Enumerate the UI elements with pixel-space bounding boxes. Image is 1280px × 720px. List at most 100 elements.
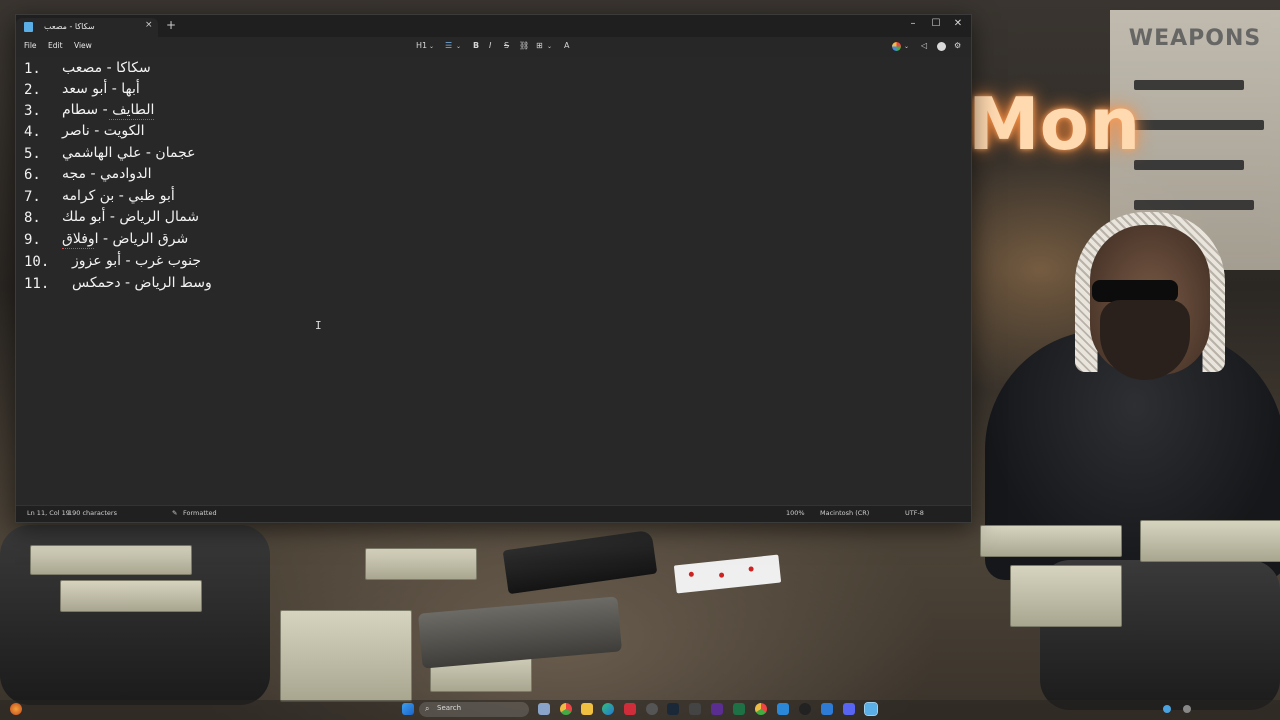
menu-view[interactable]: View — [74, 41, 92, 50]
notepad-window: سكاكا - مصعب × + – ☐ ✕ File Edit View H1… — [15, 14, 972, 523]
close-tab-icon[interactable]: × — [145, 20, 153, 30]
app-icon[interactable] — [799, 703, 811, 715]
tray-icon[interactable] — [1163, 705, 1171, 713]
cursor-position: Ln 11, Col 19 — [27, 509, 70, 517]
list-text: أبها - أبو سعد — [62, 81, 140, 97]
list-text: الدوادمي - مجه — [62, 166, 152, 182]
zoom-level[interactable]: 100% — [786, 509, 805, 517]
new-tab-button[interactable]: + — [166, 19, 176, 31]
list-number: 9. — [24, 232, 41, 248]
close-button[interactable]: ✕ — [947, 18, 969, 29]
app-icon[interactable] — [821, 703, 833, 715]
list-item: 7. أبو ظبي - بن كرامه — [24, 188, 624, 210]
link-icon[interactable]: ⛓ — [519, 41, 529, 50]
list-text: سكاكا - مصعب — [62, 60, 151, 76]
text-editor[interactable]: 1. سكاكا - مصعب 2. أبها - أبو سعد 3. الط… — [16, 57, 971, 506]
list-number: 3. — [24, 103, 41, 119]
neon-sign: Mon — [968, 82, 1141, 166]
card-pip — [688, 571, 695, 578]
chevron-down-icon[interactable]: ⌄ — [547, 43, 552, 50]
list-number: 1. — [24, 61, 41, 77]
list-number: 7. — [24, 189, 41, 205]
list-item: 11. وسط الرياض - دحمكس — [24, 275, 624, 297]
taskbar-search[interactable]: ⌕ Search — [419, 702, 529, 717]
account-icon[interactable] — [937, 42, 946, 51]
chevron-down-icon[interactable]: ⌄ — [456, 43, 461, 50]
list-item: 5. عجمان - علي الهاشمي — [24, 145, 624, 167]
card-pip — [718, 572, 725, 578]
chrome-icon[interactable] — [560, 703, 572, 715]
bold-button[interactable]: B — [473, 41, 479, 50]
tray-icon[interactable] — [1183, 705, 1191, 713]
list-number: 8. — [24, 210, 41, 226]
cash-stack — [280, 610, 412, 702]
title-bar[interactable]: سكاكا - مصعب × + – ☐ ✕ — [16, 15, 971, 37]
edge-icon[interactable] — [602, 703, 614, 715]
list-item: 9. شرق الرياض - اوفلاق — [24, 231, 624, 253]
chevron-down-icon[interactable]: ⌄ — [904, 43, 909, 50]
discord-icon[interactable] — [843, 703, 855, 715]
format-indicator-icon[interactable]: ✎ — [172, 509, 177, 517]
list-text: وسط الرياض - دحمكس — [72, 275, 212, 291]
list-number: 10. — [24, 254, 50, 270]
text-cursor-icon: I — [315, 319, 322, 332]
app-icon[interactable] — [689, 703, 701, 715]
italic-button[interactable]: I — [489, 41, 491, 50]
status-bar: Ln 11, Col 19 190 characters ✎ Formatted… — [16, 505, 971, 522]
spellcheck-underline — [62, 248, 94, 249]
search-placeholder: Search — [437, 704, 462, 712]
menu-edit[interactable]: Edit — [48, 41, 63, 50]
list-item: 3. الطايف - سطام — [24, 102, 624, 124]
search-icon: ⌕ — [425, 704, 430, 713]
list-text: شرق الرياض - اوفلاق — [62, 231, 189, 247]
chevron-down-icon[interactable]: ⌄ — [429, 43, 434, 50]
spellcheck-underline — [109, 119, 154, 120]
list-item: 4. الكويت - ناصر — [24, 123, 624, 145]
list-number: 2. — [24, 82, 41, 98]
chrome-icon[interactable] — [755, 703, 767, 715]
clear-formatting-icon[interactable]: A — [564, 41, 569, 50]
adobe-icon[interactable] — [624, 703, 636, 715]
notepad-taskbar-icon[interactable] — [864, 702, 878, 716]
app-icon[interactable] — [711, 703, 723, 715]
heading-dropdown[interactable]: H1 — [416, 41, 427, 50]
app-icon[interactable] — [646, 703, 658, 715]
tab-document[interactable]: سكاكا - مصعب × — [16, 18, 158, 37]
maximize-button[interactable]: ☐ — [925, 18, 947, 29]
strikethrough-button[interactable]: S — [504, 41, 509, 50]
steam-icon[interactable] — [667, 703, 679, 715]
list-number: 4. — [24, 124, 41, 140]
start-icon[interactable] — [402, 703, 414, 715]
list-item: 1. سكاكا - مصعب — [24, 60, 624, 82]
weather-icon[interactable] — [10, 703, 22, 715]
table-icon[interactable]: ⊞ — [536, 41, 543, 50]
format-status[interactable]: Formatted — [183, 509, 217, 517]
line-ending[interactable]: Macintosh (CR) — [820, 509, 869, 517]
card-pip — [748, 566, 754, 572]
poster-title: WEAPONS — [1128, 26, 1262, 51]
file-explorer-icon[interactable] — [581, 703, 593, 715]
sunglasses — [1092, 280, 1178, 302]
money-counter — [417, 596, 623, 669]
menu-bar: File Edit View H1 ⌄ ☰ ⌄ B I S ⛓ ⊞ ⌄ A ⌄ … — [16, 37, 971, 57]
list-item: 6. الدوادمي - مجه — [24, 166, 624, 188]
app-icon[interactable] — [777, 703, 789, 715]
list-icon[interactable]: ☰ — [445, 41, 452, 50]
minimize-button[interactable]: – — [902, 18, 924, 29]
cash-stack — [1010, 565, 1122, 627]
cash-stack — [1140, 520, 1280, 562]
tab-title: سكاكا - مصعب — [44, 22, 95, 31]
playing-cards — [673, 554, 782, 594]
list-text: عجمان - علي الهاشمي — [62, 145, 196, 161]
encoding[interactable]: UTF-8 — [905, 509, 924, 517]
menu-file[interactable]: File — [24, 41, 37, 50]
task-view-icon[interactable] — [538, 703, 550, 715]
cash-stack — [365, 548, 477, 580]
settings-gear-icon[interactable]: ⚙ — [954, 41, 961, 50]
copilot-icon[interactable] — [892, 42, 901, 51]
excel-icon[interactable] — [733, 703, 745, 715]
taskbar: ⌕ Search — [0, 700, 1280, 720]
cash-stack — [980, 525, 1122, 557]
share-icon[interactable]: ◁ — [921, 41, 927, 50]
rifle-silhouette — [1134, 120, 1264, 130]
